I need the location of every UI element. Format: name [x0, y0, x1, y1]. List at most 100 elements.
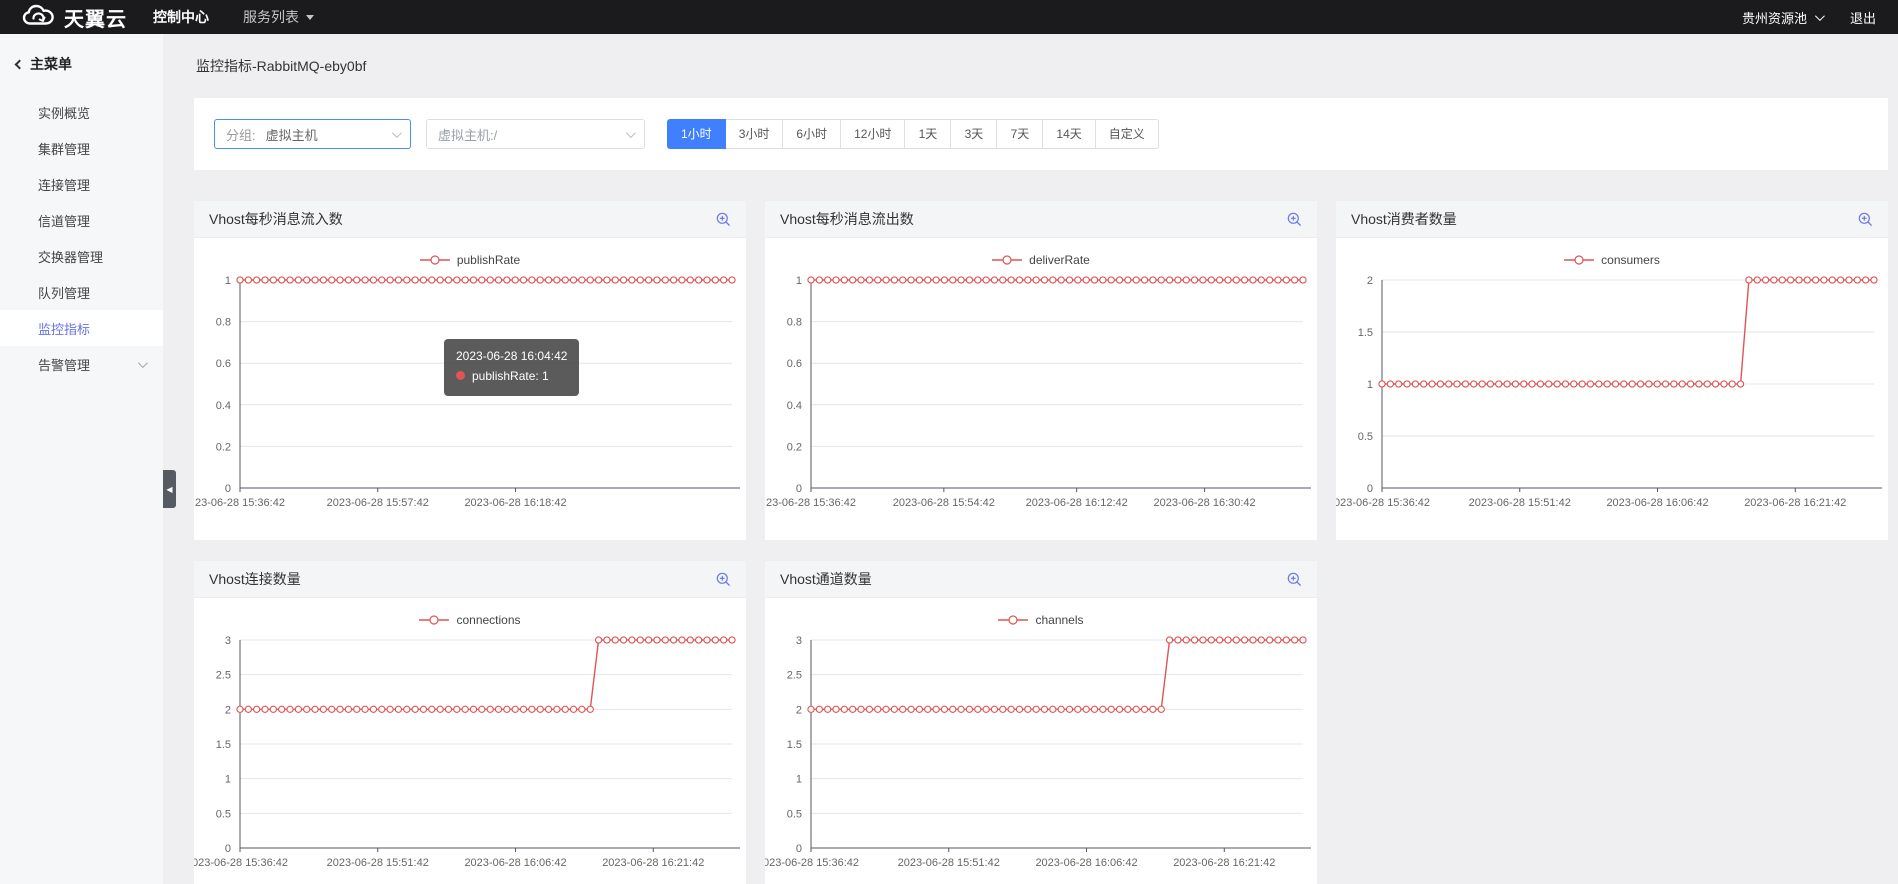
- region-selector[interactable]: 贵州资源池: [1742, 8, 1822, 27]
- svg-text:0.5: 0.5: [1358, 431, 1373, 443]
- chart-legend[interactable]: channels: [765, 598, 1317, 630]
- svg-text:2023-06-28 15:51:42: 2023-06-28 15:51:42: [898, 857, 1000, 869]
- svg-text:1: 1: [1367, 379, 1373, 391]
- sidebar-item[interactable]: 集群管理: [0, 130, 163, 166]
- chart-canvas[interactable]: 10.80.60.40.2023-06-28 15:36:422023-06-2…: [194, 270, 746, 520]
- service-list-menu[interactable]: 服务列表: [243, 7, 314, 27]
- svg-text:1: 1: [796, 275, 802, 287]
- legend-label: deliverRate: [1029, 253, 1090, 267]
- svg-text:23-06-28 15:36:42: 23-06-28 15:36:42: [195, 497, 285, 509]
- console-center-link[interactable]: 控制中心: [153, 7, 209, 27]
- sidebar-item[interactable]: 实例概览: [0, 94, 163, 130]
- legend-marker-icon: [420, 255, 450, 265]
- vhost-select-value: 虚拟主机:/: [438, 125, 497, 144]
- chart-body: consumers21.510.50023-06-28 15:36:422023…: [1336, 238, 1888, 520]
- time-range-button[interactable]: 3天: [951, 119, 997, 149]
- logout-button[interactable]: 退出: [1850, 8, 1876, 27]
- time-range-button[interactable]: 14天: [1043, 119, 1095, 149]
- svg-text:2: 2: [1367, 275, 1373, 287]
- zoom-in-icon[interactable]: [716, 572, 731, 587]
- sidebar-item[interactable]: 告警管理: [0, 346, 163, 382]
- svg-text:0: 0: [225, 843, 231, 855]
- legend-marker-icon: [992, 255, 1022, 265]
- page-title: 监控指标-RabbitMQ-eby0bf: [196, 56, 1888, 76]
- sidebar: 主菜单 实例概览集群管理连接管理信道管理交换器管理队列管理监控指标告警管理: [0, 34, 163, 884]
- svg-text:2023-06-28 16:06:42: 2023-06-28 16:06:42: [1035, 857, 1137, 869]
- chart-legend[interactable]: deliverRate: [765, 238, 1317, 270]
- svg-text:3: 3: [225, 635, 231, 647]
- svg-text:2: 2: [225, 704, 231, 716]
- brand-logo[interactable]: 天翼云: [22, 3, 127, 32]
- time-range-button[interactable]: 自定义: [1096, 119, 1159, 149]
- svg-text:023-06-28 15:36:42: 023-06-28 15:36:42: [1336, 497, 1430, 509]
- sidebar-item[interactable]: 队列管理: [0, 274, 163, 310]
- sidebar-item[interactable]: 交换器管理: [0, 238, 163, 274]
- svg-text:023-06-28 15:36:42: 023-06-28 15:36:42: [765, 857, 859, 869]
- chart-legend[interactable]: consumers: [1336, 238, 1888, 270]
- chart-canvas[interactable]: 32.521.510.50023-06-28 15:36:422023-06-2…: [194, 630, 746, 880]
- svg-text:2023-06-28 16:06:42: 2023-06-28 16:06:42: [464, 857, 566, 869]
- chart-title: Vhost连接数量: [209, 569, 301, 589]
- chart-header: Vhost连接数量: [194, 561, 746, 598]
- svg-text:1: 1: [796, 774, 802, 786]
- time-range-button[interactable]: 6小时: [783, 119, 841, 149]
- charts-grid: Vhost每秒消息流入数publishRate10.80.60.40.2023-…: [194, 201, 1888, 884]
- service-list-label: 服务列表: [243, 7, 299, 27]
- chart-canvas[interactable]: 21.510.50023-06-28 15:36:422023-06-28 15…: [1336, 270, 1888, 520]
- time-range-button[interactable]: 1天: [905, 119, 951, 149]
- time-range-button[interactable]: 1小时: [667, 119, 726, 149]
- chart-card: Vhost每秒消息流出数 deliverRate 10.80.60.40.2023-…: [765, 201, 1317, 540]
- filter-bar: 分组: 虚拟主机 虚拟主机:/ 1小时3小时6小时12小时1天3天7天14天自定…: [194, 98, 1888, 170]
- chart-legend[interactable]: publishRate: [194, 238, 746, 270]
- time-range-button[interactable]: 7天: [997, 119, 1043, 149]
- svg-text:023-06-28 15:36:42: 023-06-28 15:36:42: [194, 857, 288, 869]
- sidebar-item[interactable]: 连接管理: [0, 166, 163, 202]
- svg-text:0.5: 0.5: [787, 808, 802, 820]
- chevron-down-icon: [392, 128, 402, 138]
- zoom-in-icon[interactable]: [1858, 212, 1873, 227]
- chart-card: Vhost通道数量channels32.521.510.50023-06-28 …: [765, 561, 1317, 884]
- sidebar-back[interactable]: 主菜单: [0, 50, 163, 94]
- chevron-down-icon: [138, 358, 148, 368]
- time-range-button[interactable]: 3小时: [726, 119, 784, 149]
- group-select-label: 分组:: [226, 125, 256, 144]
- legend-label: connections: [456, 613, 520, 627]
- svg-text:1.5: 1.5: [1358, 327, 1373, 339]
- sidebar-item[interactable]: 监控指标: [0, 310, 163, 346]
- collapse-arrow-icon: ◀: [166, 485, 172, 494]
- group-select[interactable]: 分组: 虚拟主机: [214, 119, 411, 149]
- svg-text:2023-06-28 15:51:42: 2023-06-28 15:51:42: [1469, 497, 1571, 509]
- group-select-value: 虚拟主机: [266, 125, 318, 144]
- svg-text:2023-06-28 16:21:42: 2023-06-28 16:21:42: [1173, 857, 1275, 869]
- svg-text:3: 3: [796, 635, 802, 647]
- main-content: 监控指标-RabbitMQ-eby0bf 分组: 虚拟主机 虚拟主机:/ 1小时…: [163, 34, 1898, 884]
- chart-body: deliverRate 10.80.60.40.2023-06-28 15:36:…: [765, 238, 1317, 520]
- svg-text:2023-06-28 15:57:42: 2023-06-28 15:57:42: [327, 497, 429, 509]
- svg-text:0: 0: [796, 843, 802, 855]
- svg-text:0.5: 0.5: [216, 808, 231, 820]
- zoom-in-icon[interactable]: [1287, 572, 1302, 587]
- sidebar-item-label: 实例概览: [38, 103, 90, 122]
- top-navbar: 天翼云 控制中心 服务列表 贵州资源池 退出: [0, 0, 1898, 34]
- chart-header: Vhost每秒消息流出数: [765, 201, 1317, 238]
- sidebar-item-label: 告警管理: [38, 355, 90, 374]
- svg-text:0.4: 0.4: [787, 400, 802, 412]
- sidebar-item-label: 队列管理: [38, 283, 90, 302]
- sidebar-item[interactable]: 信道管理: [0, 202, 163, 238]
- legend-marker-icon: [1564, 255, 1594, 265]
- time-range-button[interactable]: 12小时: [841, 119, 905, 149]
- brand-name: 天翼云: [64, 3, 127, 32]
- chart-header: Vhost每秒消息流入数: [194, 201, 746, 238]
- sidebar-item-label: 信道管理: [38, 211, 90, 230]
- zoom-in-icon[interactable]: [1287, 212, 1302, 227]
- svg-text:23-06-28 15:36:42: 23-06-28 15:36:42: [766, 497, 856, 509]
- chart-header: Vhost通道数量: [765, 561, 1317, 598]
- zoom-in-icon[interactable]: [716, 212, 731, 227]
- sidebar-collapse-handle[interactable]: ◀: [163, 470, 176, 508]
- vhost-select[interactable]: 虚拟主机:/: [426, 119, 645, 149]
- chart-legend[interactable]: connections: [194, 598, 746, 630]
- chart-canvas[interactable]: 32.521.510.50023-06-28 15:36:422023-06-2…: [765, 630, 1317, 880]
- chevron-left-icon: [15, 59, 25, 69]
- chart-canvas[interactable]: 10.80.60.40.2023-06-28 15:36:422023-06-2…: [765, 270, 1317, 520]
- caret-down-icon: [306, 15, 314, 20]
